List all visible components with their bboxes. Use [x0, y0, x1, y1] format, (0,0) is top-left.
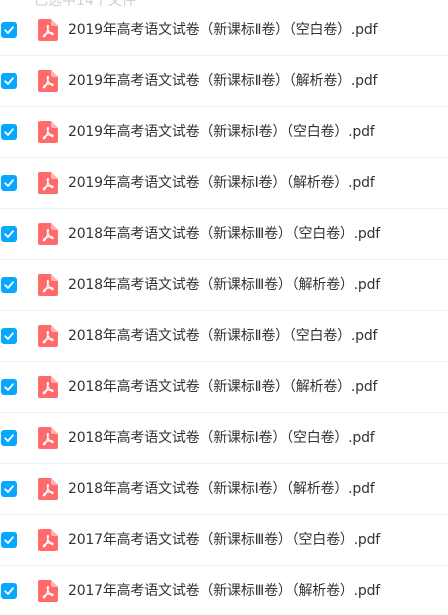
pdf-file-icon	[38, 19, 58, 41]
file-row[interactable]: 2018年高考语文试卷（新课标Ⅱ卷）（解析卷）.pdf	[0, 362, 448, 413]
row-checkbox[interactable]	[1, 430, 17, 446]
row-checkbox[interactable]	[1, 277, 17, 293]
row-checkbox[interactable]	[1, 175, 17, 191]
file-row[interactable]: 2019年高考语文试卷（新课标Ⅰ卷）（空白卷）.pdf	[0, 107, 448, 158]
pdf-file-icon	[38, 478, 58, 500]
file-name[interactable]: 2019年高考语文试卷（新课标Ⅱ卷）（空白卷）.pdf	[68, 20, 377, 40]
checkmark-icon	[4, 26, 14, 34]
file-name[interactable]: 2018年高考语文试卷（新课标Ⅲ卷）（空白卷）.pdf	[68, 224, 380, 244]
file-name[interactable]: 2019年高考语文试卷（新课标Ⅱ卷）（解析卷）.pdf	[68, 71, 377, 91]
pdf-file-icon	[38, 529, 58, 551]
pdf-file-icon	[38, 376, 58, 398]
checkmark-icon	[4, 536, 14, 544]
checkmark-icon	[4, 383, 14, 391]
checkmark-icon	[4, 281, 14, 289]
row-checkbox[interactable]	[1, 532, 17, 548]
pdf-file-icon	[38, 121, 58, 143]
file-row[interactable]: 2019年高考语文试卷（新课标Ⅱ卷）（空白卷）.pdf	[0, 5, 448, 56]
pdf-file-icon	[38, 70, 58, 92]
checkmark-icon	[4, 128, 14, 136]
file-list-panel: 已选中14个文件 2019年高考语文试卷（新课标Ⅱ卷）（空白卷）.pdf 201…	[0, 0, 448, 615]
row-checkbox[interactable]	[1, 22, 17, 38]
file-name[interactable]: 2019年高考语文试卷（新课标Ⅰ卷）（空白卷）.pdf	[68, 122, 375, 142]
checkmark-icon	[4, 179, 14, 187]
row-checkbox[interactable]	[1, 73, 17, 89]
checkmark-icon	[4, 77, 14, 85]
file-name[interactable]: 2018年高考语文试卷（新课标Ⅰ卷）（解析卷）.pdf	[68, 479, 375, 499]
pdf-file-icon	[38, 172, 58, 194]
pdf-file-icon	[38, 274, 58, 296]
checkmark-icon	[4, 587, 14, 595]
file-row[interactable]: 2019年高考语文试卷（新课标Ⅱ卷）（解析卷）.pdf	[0, 56, 448, 107]
file-name[interactable]: 2017年高考语文试卷（新课标Ⅲ卷）（解析卷）.pdf	[68, 581, 380, 601]
checkmark-icon	[4, 230, 14, 238]
row-checkbox[interactable]	[1, 379, 17, 395]
checkmark-icon	[4, 485, 14, 493]
file-row[interactable]: 2018年高考语文试卷（新课标Ⅰ卷）（解析卷）.pdf	[0, 464, 448, 515]
pdf-file-icon	[38, 580, 58, 602]
file-row[interactable]: 2017年高考语文试卷（新课标Ⅲ卷）（解析卷）.pdf	[0, 566, 448, 615]
file-name[interactable]: 2018年高考语文试卷（新课标Ⅰ卷）（空白卷）.pdf	[68, 428, 375, 448]
file-list: 2019年高考语文试卷（新课标Ⅱ卷）（空白卷）.pdf 2019年高考语文试卷（…	[0, 5, 448, 615]
checkmark-icon	[4, 332, 14, 340]
pdf-file-icon	[38, 325, 58, 347]
file-row[interactable]: 2018年高考语文试卷（新课标Ⅱ卷）（空白卷）.pdf	[0, 311, 448, 362]
file-row[interactable]: 2019年高考语文试卷（新课标Ⅰ卷）（解析卷）.pdf	[0, 158, 448, 209]
file-name[interactable]: 2018年高考语文试卷（新课标Ⅲ卷）（解析卷）.pdf	[68, 275, 380, 295]
file-row[interactable]: 2018年高考语文试卷（新课标Ⅲ卷）（空白卷）.pdf	[0, 209, 448, 260]
file-row[interactable]: 2018年高考语文试卷（新课标Ⅲ卷）（解析卷）.pdf	[0, 260, 448, 311]
checkmark-icon	[4, 434, 14, 442]
row-checkbox[interactable]	[1, 124, 17, 140]
file-row[interactable]: 2018年高考语文试卷（新课标Ⅰ卷）（空白卷）.pdf	[0, 413, 448, 464]
file-name[interactable]: 2017年高考语文试卷（新课标Ⅲ卷）（空白卷）.pdf	[68, 530, 380, 550]
pdf-file-icon	[38, 223, 58, 245]
row-checkbox[interactable]	[1, 226, 17, 242]
row-checkbox[interactable]	[1, 328, 17, 344]
pdf-file-icon	[38, 427, 58, 449]
row-checkbox[interactable]	[1, 583, 17, 599]
file-name[interactable]: 2018年高考语文试卷（新课标Ⅱ卷）（空白卷）.pdf	[68, 326, 377, 346]
row-checkbox[interactable]	[1, 481, 17, 497]
file-name[interactable]: 2018年高考语文试卷（新课标Ⅱ卷）（解析卷）.pdf	[68, 377, 377, 397]
file-row[interactable]: 2017年高考语文试卷（新课标Ⅲ卷）（空白卷）.pdf	[0, 515, 448, 566]
file-name[interactable]: 2019年高考语文试卷（新课标Ⅰ卷）（解析卷）.pdf	[68, 173, 375, 193]
